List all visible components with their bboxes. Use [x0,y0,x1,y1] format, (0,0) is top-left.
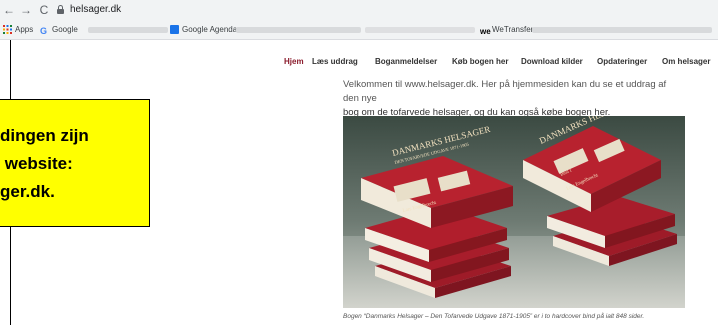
bookmark-wetransfer[interactable]: weWeTransfer [480,24,533,36]
calendar-icon [170,25,179,34]
nav-item-boganmeldelser[interactable]: Boganmeldelser [375,57,437,66]
google-icon: G [40,26,48,36]
blurred-bookmarks [365,27,475,33]
book-photo: DANMARKS HELSAGER DEN TOFARVEDE UDGAVE 1… [343,116,685,308]
site-navigation: Hjem Læs uddrag Boganmeldelser Køb bogen… [0,42,718,82]
nav-item-laes-uddrag[interactable]: Læs uddrag [312,57,358,66]
book-stack-illustration: DANMARKS HELSAGER DEN TOFARVEDE UDGAVE 1… [343,116,685,308]
photo-caption: Bogen “Danmarks Helsager – Den Tofarvede… [343,313,645,320]
left-book-stack [361,156,513,298]
nav-item-koeb-bogen[interactable]: Køb bogen her [452,57,508,66]
blurred-bookmarks [236,27,361,33]
bookmarks-bar: Apps G Google Google Agenda weWeTransfer [0,21,718,39]
bookmark-google[interactable]: G Google [40,24,78,36]
blurred-bookmarks [88,27,168,33]
callout-box: dingen zijn website: ger.dk. [0,99,150,227]
nav-item-download-kilder[interactable]: Download kilder [521,57,583,66]
intro-line-1: Velkommen til www.helsager.dk. Her på hj… [343,79,667,104]
nav-item-hjem[interactable]: Hjem [284,57,304,66]
nav-item-opdateringer[interactable]: Opdateringer [597,57,647,66]
intro-paragraph: Velkommen til www.helsager.dk. Her på hj… [343,78,683,120]
browser-chrome: ← → C helsager.dk Apps G Google Google Ag… [0,0,718,40]
browser-toolbar: ← → C helsager.dk [0,0,718,21]
callout-text: dingen zijn website: ger.dk. [0,126,89,201]
bookmark-google-agenda[interactable]: Google Agenda [170,24,237,36]
forward-arrow-icon[interactable]: → [19,3,33,17]
back-arrow-icon[interactable]: ← [2,3,16,17]
nav-item-om-helsager[interactable]: Om helsager [662,57,710,66]
apps-grid-icon [3,25,12,34]
wetransfer-icon: we [480,27,491,36]
blurred-bookmarks [532,27,712,33]
reload-icon[interactable]: C [37,3,51,17]
bookmark-apps[interactable]: Apps [3,24,33,36]
address-bar[interactable]: helsager.dk [70,3,121,17]
lock-icon [57,5,64,14]
